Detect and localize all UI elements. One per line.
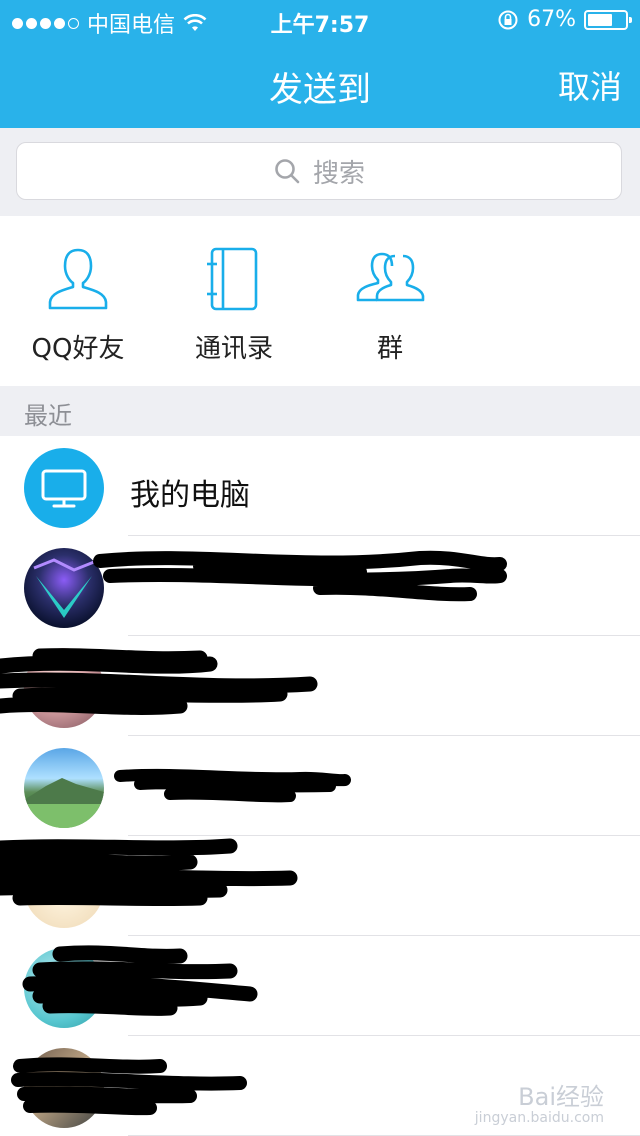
watermark-url: jingyan.baidu.com: [474, 1109, 604, 1126]
search-icon: [275, 159, 300, 184]
battery-percent: 67%: [527, 7, 576, 32]
qq-friends-entry[interactable]: QQ好友: [0, 244, 156, 365]
game-avatar: [24, 548, 104, 628]
group-entry[interactable]: 群: [312, 244, 468, 365]
list-item[interactable]: [0, 836, 640, 936]
list-item[interactable]: [0, 936, 640, 1036]
group-label: 群: [376, 334, 403, 364]
watermark: Bai经验 jingyan.baidu.com: [475, 1084, 604, 1126]
list-item[interactable]: 我的电脑: [0, 436, 640, 536]
person-icon: [48, 248, 108, 310]
landscape-avatar: [24, 748, 104, 828]
status-bar: 中国电信 上午7:57 67%: [0, 0, 640, 40]
teal-avatar: [24, 948, 104, 1028]
rotation-lock-icon: [498, 10, 518, 29]
photo-avatar: [24, 1048, 104, 1128]
battery-icon: [584, 9, 632, 30]
section-title: 最近: [24, 402, 72, 430]
search-bar: 搜索: [0, 128, 640, 216]
group-icon: [356, 252, 425, 302]
list-item[interactable]: [0, 536, 640, 636]
page-title: 发送到: [269, 70, 371, 110]
recent-section-header: 最近: [0, 386, 640, 436]
cancel-button[interactable]: 取消: [558, 62, 622, 108]
contact-name: 我的电脑: [130, 478, 250, 513]
watermark-brand: Bai经验: [518, 1083, 604, 1112]
list-item[interactable]: [0, 636, 640, 736]
qq-friends-label: QQ好友: [31, 334, 125, 364]
search-placeholder: 搜索: [312, 158, 365, 189]
search-input[interactable]: 搜索: [16, 142, 622, 200]
my-computer-avatar: [24, 448, 104, 528]
quick-entries: QQ好友 通讯录 群: [0, 216, 640, 386]
recent-list: 我的电脑: [0, 436, 640, 1136]
pink-avatar: [24, 648, 104, 728]
top-bar: 中国电信 上午7:57 67% 发送到 取消: [0, 0, 640, 128]
cream-avatar: [24, 848, 104, 928]
contacts-entry[interactable]: 通讯录: [156, 244, 312, 365]
contacts-book-icon: [207, 247, 258, 311]
list-item[interactable]: [0, 736, 640, 836]
contacts-label: 通讯录: [194, 334, 273, 364]
monitor-icon: [41, 469, 87, 508]
